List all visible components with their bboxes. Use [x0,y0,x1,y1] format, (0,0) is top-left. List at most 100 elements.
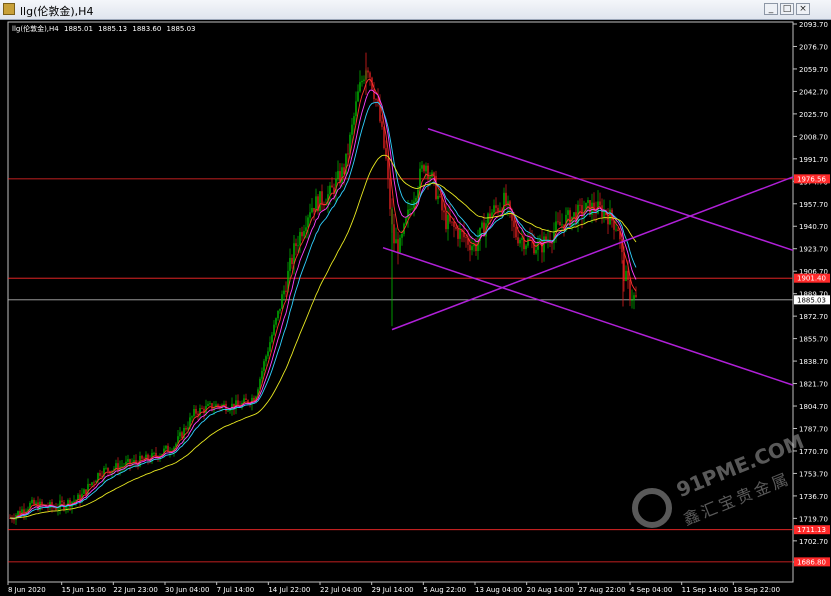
candle-body [481,222,483,228]
candle-body [277,310,279,319]
candle-body [407,209,409,219]
maximize-button[interactable]: □ [780,3,794,15]
price-tick-label: 1753.70 [799,470,828,478]
candle-body [497,207,499,212]
trend-line[interactable] [427,127,794,252]
price-tick-label: 1821.70 [799,381,828,389]
candle-body [397,239,399,253]
candle-body [559,221,561,226]
close-button[interactable]: × [796,3,810,15]
candle-body [289,257,291,271]
price-chart[interactable]: 2093.70 2076.70 2059.70 2042.70 2025.70 2008.… [0,20,831,596]
chart-canvas[interactable]: 2093.70 2076.70 2059.70 2042.70 2025.70 2008.… [0,20,831,596]
candle-body [519,239,521,244]
candle-body [529,238,531,240]
candle-body [421,165,423,169]
time-tick-label: 27 Aug 22:00 [578,586,625,594]
candle-body [91,482,93,485]
candle-body [515,227,517,238]
candle-body [573,212,575,217]
candle-body [297,245,299,247]
price-tick-label: 2076.70 [799,43,828,51]
candle-body [393,224,395,244]
candle-body [361,80,363,83]
time-tick-label: 29 Jul 14:00 [372,586,414,594]
candle-body [209,403,211,405]
candle-body [261,370,263,379]
minimize-button[interactable]: _ [764,3,778,15]
chart-window-icon [3,3,15,15]
candle-body [269,342,271,352]
candle-body [635,295,637,297]
candle-body [457,228,459,239]
price-tick-label: 2059.70 [799,66,828,74]
candle-body [89,484,91,485]
time-tick-label: 7 Jul 14:00 [217,586,255,594]
candle-body [395,239,397,244]
candle-body [359,82,361,92]
candle-body [99,473,101,476]
price-tick-label: 2042.70 [799,88,828,96]
candle-body [631,299,633,301]
candle-body [57,508,59,510]
candle-body [273,324,275,335]
candle-body [341,167,343,183]
candle-body [471,246,473,251]
candle-body [33,499,35,505]
candle-body [609,209,611,225]
price-tick-label: 1923.70 [799,246,828,254]
time-tick-label: 30 Jun 04:00 [165,586,209,594]
symbol-label: llg(伦敦金),H4 [12,25,59,33]
candle-body [31,499,33,503]
candle-body [451,221,453,223]
candle-body [427,165,429,179]
candle-body [385,148,387,159]
candle-body [367,70,369,73]
candle-body [447,215,449,230]
candle-body [375,99,377,100]
candle-body [93,482,95,484]
price-tick-label: 1957.70 [799,201,828,209]
candle-body [615,229,617,231]
time-tick-label: 4 Sep 04:00 [630,586,672,594]
time-tick-label: 13 Aug 04:00 [475,586,522,594]
candle-body [187,427,189,430]
candle-body [293,243,295,265]
candle-body [387,158,389,179]
candle-body [623,252,625,281]
candle-body [629,279,631,301]
candle-body [117,463,119,471]
candle-body [411,208,413,210]
ma-slow-line [9,101,637,519]
candle-body [227,410,229,412]
candle-body [627,270,629,280]
candle-body [263,361,265,371]
candle-body [363,79,365,81]
time-tick-label: 18 Sep 22:00 [733,586,780,594]
candle-body [357,91,359,102]
price-tag-label: 1711.13 [797,526,826,534]
candle-body [409,208,411,210]
candle-body [291,257,293,265]
candle-body [337,171,339,179]
candle-body [311,207,313,213]
time-tick-label: 5 Aug 22:00 [423,586,466,594]
close-value: 1885.03 [166,25,196,33]
candle-body [459,229,461,239]
candle-body [281,294,283,309]
candle-body [193,409,195,417]
trend-line[interactable] [382,246,794,386]
candle-body [557,221,559,223]
candle-body [179,432,181,437]
candle-body [305,227,307,232]
candle-body [275,318,277,325]
candle-body [201,408,203,409]
candle-body [207,404,209,406]
price-tick-label: 1787.70 [799,425,828,433]
candle-body [285,290,287,292]
candle-body [503,192,505,213]
price-tick-label: 1702.70 [799,538,828,546]
candle-body [633,295,635,300]
trend-line[interactable] [391,176,794,331]
candle-body [579,204,581,206]
